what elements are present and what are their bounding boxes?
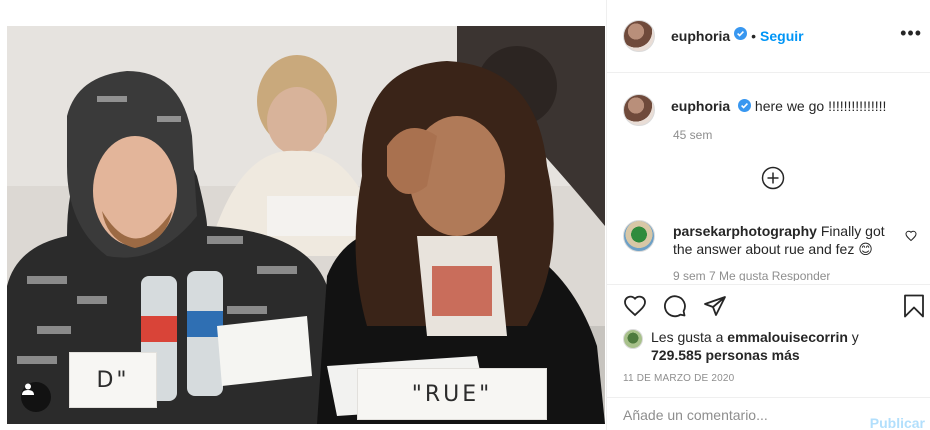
likes-prefix: Les gusta a (651, 329, 724, 345)
add-comment-input[interactable] (623, 406, 853, 424)
bookmark-icon[interactable] (903, 294, 925, 318)
commenter-avatar[interactable] (623, 220, 655, 252)
add-comment-bar: Publicar (607, 398, 930, 430)
heart-icon[interactable] (623, 294, 647, 318)
post-caption: euphoria here we go !!!!!!!!!!!!!!! (623, 94, 923, 126)
tagged-users-button[interactable] (21, 382, 51, 412)
commenter-username[interactable]: parsekarphotography (673, 223, 817, 239)
caption-avatar[interactable] (623, 94, 655, 126)
post-date[interactable]: 11 DE MARZO DE 2020 (623, 373, 734, 384)
caption-body: here we go !!!!!!!!!!!!!!! (754, 98, 887, 114)
place-card-partial: D" (69, 352, 157, 408)
verified-badge-icon (738, 98, 752, 116)
liker-username[interactable]: emmalouisecorrin (727, 329, 848, 345)
comment-meta: 9 sem 7 Me gusta Responder (673, 270, 831, 281)
post-photo[interactable]: "RUE" D" (7, 26, 605, 424)
likes-summary: Les gusta a emmalouisecorrin y 729.585 p… (623, 328, 923, 364)
comment-text: parsekarphotography Finally got the answ… (673, 222, 905, 258)
user-tag-icon (22, 383, 34, 395)
header-divider (607, 72, 930, 73)
caption-text: euphoria here we go !!!!!!!!!!!!!!! (671, 94, 886, 126)
header-separator: • (751, 28, 757, 44)
caption-username[interactable]: euphoria (671, 98, 730, 114)
publish-button[interactable]: Publicar (870, 415, 925, 430)
follow-button[interactable]: Seguir (760, 28, 804, 44)
post-actions (607, 290, 930, 324)
comment-bubble-icon[interactable] (663, 294, 687, 318)
verified-badge-icon (734, 27, 748, 45)
post-header: euphoria • Seguir (607, 14, 930, 58)
likes-connector: y (851, 329, 859, 345)
author-username[interactable]: euphoria (671, 28, 730, 44)
more-options-icon[interactable]: ••• (900, 24, 922, 42)
author-avatar[interactable] (623, 20, 655, 52)
comments-divider (607, 284, 930, 285)
post-side-panel: euphoria • Seguir ••• euphoria here we g… (606, 0, 930, 430)
place-card-rue: "RUE" (357, 368, 547, 420)
liker-avatar[interactable] (623, 329, 643, 349)
likes-count[interactable]: 729.585 personas más (651, 347, 800, 363)
caption-timestamp[interactable]: 45 sem (673, 128, 712, 142)
plus-circle-icon[interactable] (761, 166, 785, 190)
likes-text: Les gusta a emmalouisecorrin y 729.585 p… (651, 328, 859, 364)
paper-plane-icon[interactable] (703, 294, 727, 318)
comment-heart-icon[interactable] (905, 230, 917, 242)
